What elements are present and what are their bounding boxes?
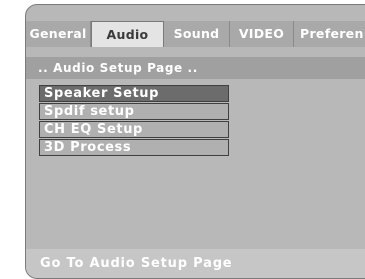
tab-general[interactable]: General: [26, 21, 91, 47]
menu-item-ch-eq-setup[interactable]: CH EQ Setup: [39, 121, 229, 138]
menu-item-speaker-setup[interactable]: Speaker Setup: [39, 85, 229, 102]
tab-bar: General Audio Sound VIDEO Preferen: [26, 21, 365, 47]
menu-item-spdif-setup[interactable]: Spdif setup: [39, 103, 229, 120]
tab-audio[interactable]: Audio: [91, 21, 164, 47]
tab-video[interactable]: VIDEO: [230, 21, 294, 47]
status-bar: Go To Audio Setup Page: [26, 249, 365, 278]
menu-item-3d-process[interactable]: 3D Process: [39, 139, 229, 156]
audio-setup-menu: Speaker Setup Spdif setup CH EQ Setup 3D…: [39, 85, 229, 157]
page-title: .. Audio Setup Page ..: [26, 57, 365, 79]
tab-preferences[interactable]: Preferen: [294, 21, 365, 47]
setup-menu-screen: General Audio Sound VIDEO Preferen .. Au…: [25, 4, 365, 279]
tab-sound[interactable]: Sound: [164, 21, 230, 47]
